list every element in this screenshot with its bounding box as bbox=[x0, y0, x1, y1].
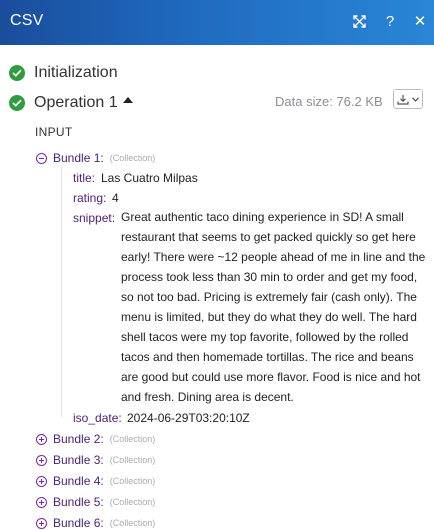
check-icon bbox=[9, 65, 25, 81]
field-value-title: Las Cuatro Milpas bbox=[101, 171, 198, 185]
expand-icon[interactable] bbox=[349, 11, 369, 31]
collapse-icon[interactable] bbox=[36, 152, 47, 164]
step-initialization: Initialization bbox=[9, 64, 118, 82]
expand-bundle-icon[interactable] bbox=[36, 433, 47, 445]
chevron-down-icon bbox=[412, 96, 419, 102]
expand-bundle-icon[interactable] bbox=[36, 496, 47, 508]
bundle-3[interactable]: Bundle 3: (Collection) bbox=[36, 453, 155, 467]
bundle-name: Bundle 4: bbox=[53, 474, 104, 488]
field-value-rating: 4 bbox=[112, 191, 119, 205]
step-label: Operation 1 bbox=[34, 94, 118, 111]
field-key-snippet: snippet: bbox=[73, 211, 116, 225]
step-label: Initialization bbox=[34, 64, 118, 81]
field-key-rating: rating: bbox=[73, 191, 107, 205]
bundle-type: (Collection) bbox=[109, 153, 156, 163]
close-icon[interactable]: ✕ bbox=[410, 11, 430, 31]
bundle-type: (Collection) bbox=[109, 476, 156, 486]
caret-up-icon[interactable] bbox=[122, 97, 133, 103]
expand-bundle-icon[interactable] bbox=[36, 475, 47, 487]
bundle-type: (Collection) bbox=[109, 455, 156, 465]
expand-bundle-icon[interactable] bbox=[36, 454, 47, 466]
bundle-type: (Collection) bbox=[109, 518, 156, 528]
bundle-name: Bundle 3: bbox=[53, 453, 104, 467]
bundle-1[interactable]: Bundle 1: (Collection) bbox=[36, 151, 155, 165]
title-bar: CSV ? ✕ bbox=[0, 0, 434, 45]
step-operation-1: Operation 1 bbox=[9, 94, 133, 112]
input-header: INPUT bbox=[35, 125, 73, 139]
help-icon[interactable]: ? bbox=[380, 11, 400, 31]
data-size-label: Data size: 76.2 KB bbox=[275, 94, 383, 109]
check-icon bbox=[9, 95, 25, 111]
bundle-type: (Collection) bbox=[109, 434, 156, 444]
field-key-iso-date: iso_date: bbox=[73, 411, 122, 425]
bundle-2[interactable]: Bundle 2: (Collection) bbox=[36, 432, 155, 446]
bundle-5[interactable]: Bundle 5: (Collection) bbox=[36, 495, 155, 509]
field-value-snippet: Great authentic taco dining experience i… bbox=[121, 210, 426, 404]
tree-line bbox=[61, 167, 62, 417]
bundle-4[interactable]: Bundle 4: (Collection) bbox=[36, 474, 155, 488]
field-value-iso-date: 2024-06-29T03:20:10Z bbox=[127, 411, 250, 425]
window-title: CSV bbox=[10, 12, 44, 29]
download-icon bbox=[397, 94, 409, 105]
bundle-name: Bundle 2: bbox=[53, 432, 104, 446]
bundle-name: Bundle 1: bbox=[53, 151, 104, 165]
expand-bundle-icon[interactable] bbox=[36, 517, 47, 529]
bundle-name: Bundle 5: bbox=[53, 495, 104, 509]
download-button[interactable] bbox=[393, 89, 423, 109]
field-key-title: title: bbox=[73, 171, 96, 185]
bundle-type: (Collection) bbox=[109, 497, 156, 507]
